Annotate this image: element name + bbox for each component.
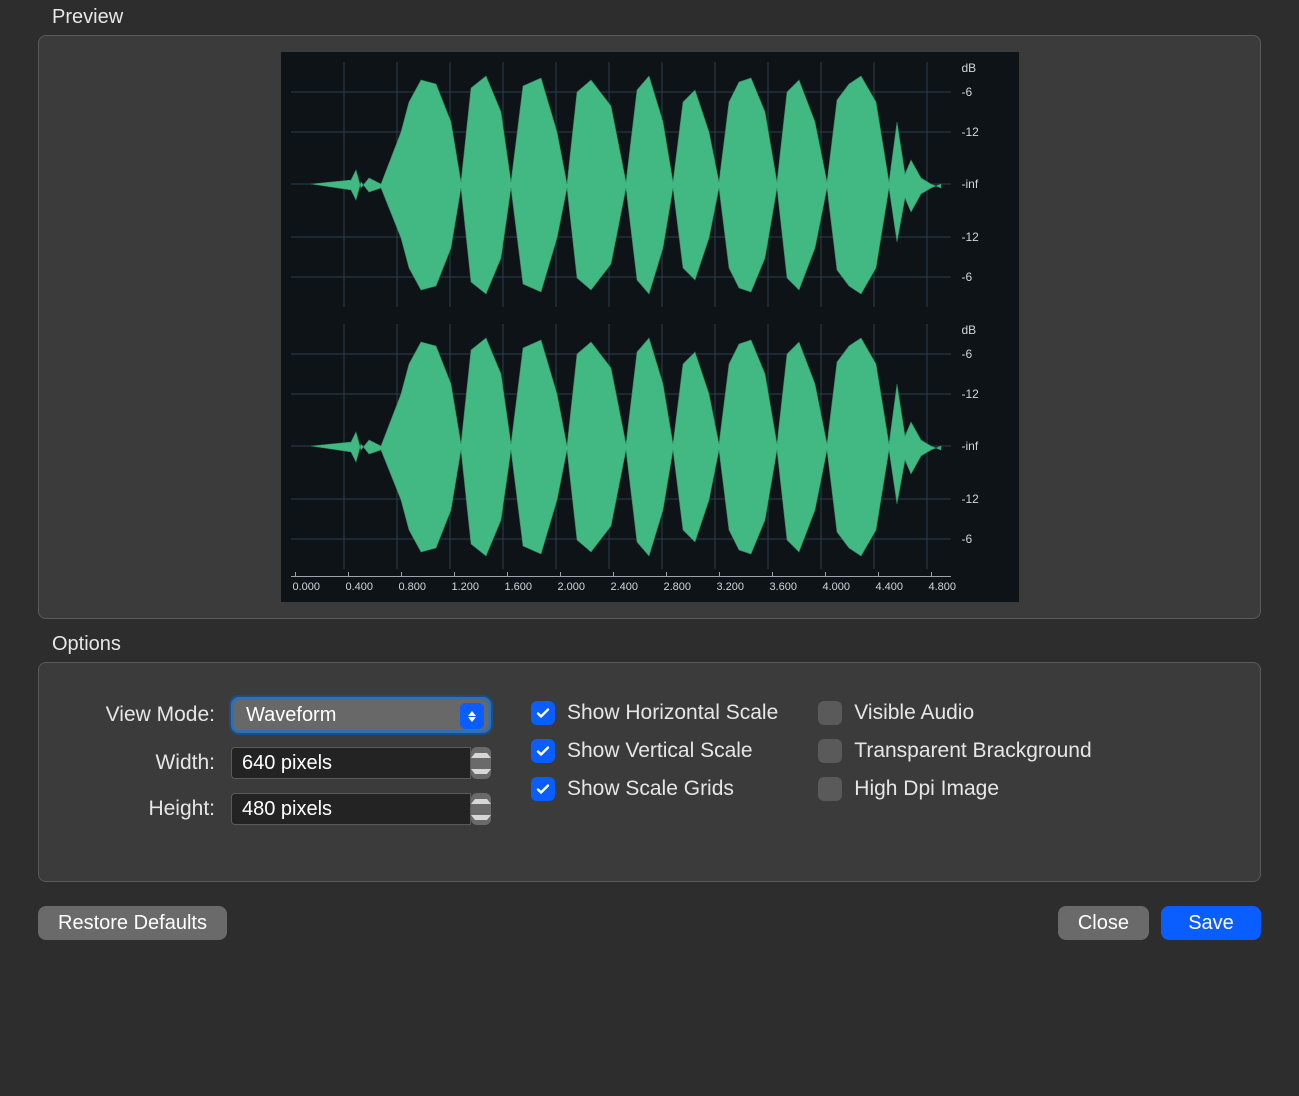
checkbox-grids[interactable]: Show Scale Grids: [531, 777, 778, 801]
checkbox-label: Show Horizontal Scale: [567, 701, 778, 725]
options-section-label: Options: [52, 633, 1261, 656]
checkbox-checked-icon: [531, 777, 555, 801]
checkbox-label: Show Vertical Scale: [567, 739, 753, 763]
db-scale-ch2: dB -6 -12 -inf -12 -6: [956, 324, 1010, 569]
checkbox-unchecked-icon: [818, 701, 842, 725]
checkbox-checked-icon: [531, 701, 555, 725]
select-stepper-icon: [460, 703, 484, 729]
width-label: Width:: [81, 751, 231, 775]
height-stepper[interactable]: [471, 793, 491, 825]
time-axis: 0.0000.4000.8001.2001.6002.0002.4002.800…: [291, 576, 951, 598]
close-button[interactable]: Close: [1058, 906, 1149, 940]
checkbox-label: Visible Audio: [854, 701, 974, 725]
checkbox-label: Show Scale Grids: [567, 777, 734, 801]
db-scale-ch1: dB -6 -12 -inf -12 -6: [956, 62, 1010, 307]
restore-defaults-button[interactable]: Restore Defaults: [38, 906, 227, 940]
checkbox-unchecked-icon: [818, 739, 842, 763]
checkbox-transbg[interactable]: Transparent Brackground: [818, 739, 1091, 763]
checkbox-hidpi[interactable]: High Dpi Image: [818, 777, 1091, 801]
width-stepper[interactable]: [471, 747, 491, 779]
checkbox-label: Transparent Brackground: [854, 739, 1091, 763]
checkbox-checked-icon: [531, 739, 555, 763]
view-mode-label: View Mode:: [81, 703, 231, 727]
checkbox-label: High Dpi Image: [854, 777, 999, 801]
options-panel: View Mode: Waveform Width: 640 pixels: [38, 662, 1261, 882]
checkbox-vscale[interactable]: Show Vertical Scale: [531, 739, 778, 763]
checkbox-visaudio[interactable]: Visible Audio: [818, 701, 1091, 725]
waveform-preview: dB -6 -12 -inf -12 -6: [281, 52, 1019, 602]
save-button[interactable]: Save: [1161, 906, 1261, 940]
checkbox-hscale[interactable]: Show Horizontal Scale: [531, 701, 778, 725]
view-mode-select[interactable]: Waveform: [231, 697, 491, 733]
preview-panel: dB -6 -12 -inf -12 -6: [38, 35, 1261, 619]
width-input[interactable]: 640 pixels: [231, 747, 471, 779]
height-label: Height:: [81, 797, 231, 821]
preview-section-label: Preview: [52, 6, 1261, 29]
checkbox-unchecked-icon: [818, 777, 842, 801]
height-input[interactable]: 480 pixels: [231, 793, 471, 825]
